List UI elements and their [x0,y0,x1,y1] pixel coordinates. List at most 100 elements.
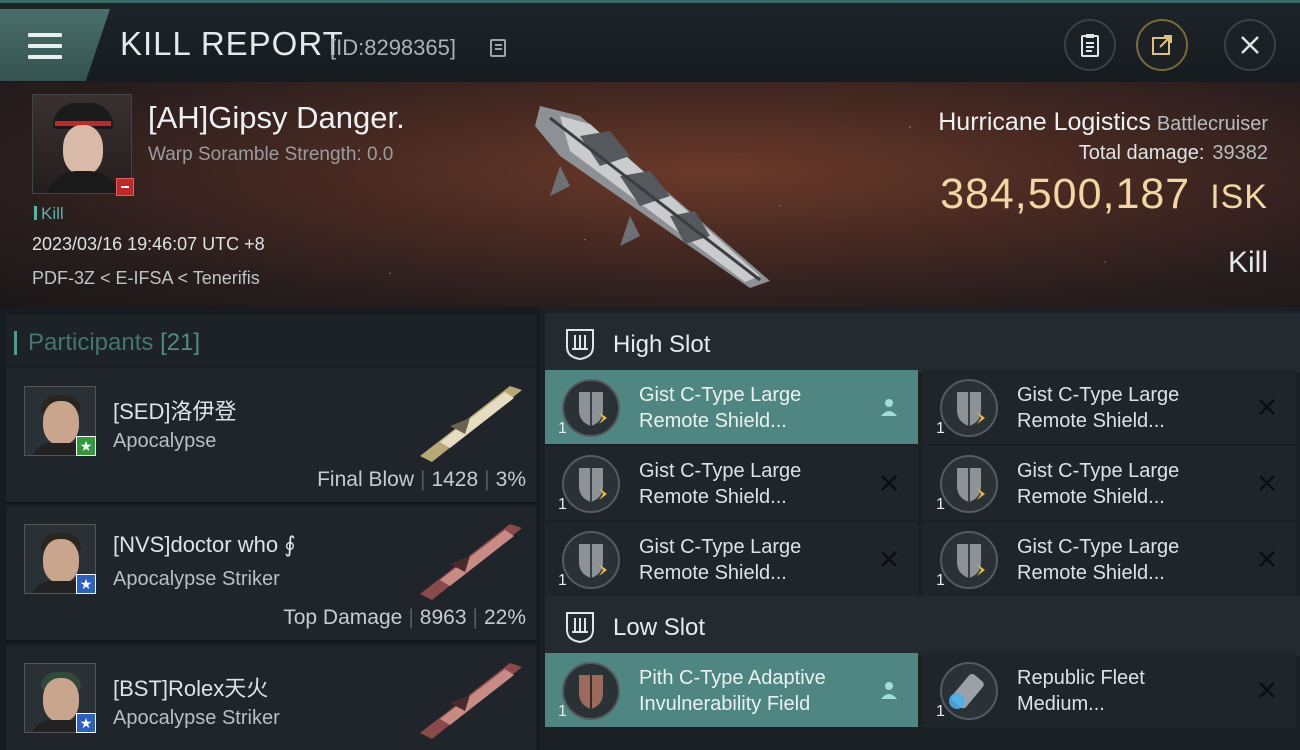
participant-stats: Final Blow | 1428 | 3% [317,468,526,491]
module-name: Gist C-Type Large Remote Shield... [1017,384,1180,432]
participant-row[interactable]: ★ [SED]洛伊登 Apocalypse Final Blow | 1428 | 3% [6,368,536,504]
kill-datetime: 2023/03/16 19:46:07 UTC +8 [32,234,265,254]
participant-stats: Top Damage | 8963 | 22% [283,606,526,629]
participant-name: [NVS]doctor who ∮ [113,532,296,557]
clipboard-icon [1081,34,1099,57]
header-bar: KILL REPORT [ID:8298365] [0,0,1300,82]
module-qty: 1 [558,420,567,437]
x-icon [1259,399,1275,415]
isk-value: 384,500,187 ISK [940,170,1268,219]
star-badge-icon: ★ [76,436,96,456]
ship-name-text: Hurricane Logistics [938,108,1151,136]
module-name: Gist C-Type Large Remote Shield... [1017,460,1180,508]
close-icon [1241,36,1259,54]
high-slot-header: High Slot [545,313,1300,373]
menu-button[interactable] [0,9,110,81]
participant-name: [SED]洛伊登 [113,399,237,424]
victim-name[interactable]: [AH]Gipsy Danger. [148,100,405,136]
low-slot-header: Low Slot [545,596,1300,656]
participant-role: Final Blow [317,468,414,491]
module-qty: 1 [558,496,567,513]
invulnerability-module-icon [562,662,620,720]
participant-percent: 3% [495,468,526,491]
x-icon [1259,551,1275,567]
module-qty: 1 [558,572,567,589]
copy-icon[interactable] [490,39,506,57]
high-slot-icon [566,329,594,361]
shield-module-icon [562,379,620,437]
close-button[interactable] [1224,19,1276,71]
module-item[interactable]: 1 Gist C-Type Large Remote Shield... [545,522,918,596]
victim-ship-image [535,106,770,288]
module-item[interactable]: 1 Gist C-Type Large Remote Shield... [545,446,918,520]
x-icon [1259,682,1275,698]
participant-ship: Apocalypse [113,430,217,452]
shield-module-icon [940,531,998,589]
person-icon [881,682,897,699]
module-qty: 1 [936,572,945,589]
participant-damage: 1428 [431,468,479,491]
person-icon [881,399,897,416]
module-item[interactable]: 1 Gist C-Type Large Remote Shield... [923,522,1296,596]
participant-percent: 22% [483,606,526,629]
victim-banner: [AH]Gipsy Danger. Warp Soramble Strength… [0,82,1300,307]
star-badge-icon: ★ [76,713,96,733]
hamburger-icon [28,33,62,66]
low-slot-label: Low Slot [613,614,706,641]
participant-row[interactable]: ★ [BST]Rolex天火 Apocalypse Striker [6,645,536,750]
fitting-panel: High Slot 1 Gist C-Type Large Remote Shie… [540,307,1300,750]
high-slot-label: High Slot [613,331,711,358]
participant-ship: Apocalypse Striker [113,568,280,590]
participant-name: [BST]Rolex天火 [113,676,269,701]
total-damage-value: 39382 [1212,142,1268,164]
module-qty: 1 [936,703,945,720]
x-icon [881,475,897,491]
participant-ship-image [420,524,522,600]
shield-module-icon [562,531,620,589]
shield-module-icon [940,379,998,437]
module-name: Gist C-Type Large Remote Shield... [1017,536,1180,584]
participants-count: [21] [160,329,201,356]
module-item[interactable]: 1 Gist C-Type Large Remote Shield... [545,370,918,444]
star-badge-icon: ★ [76,574,96,594]
clipboard-button[interactable] [1064,19,1116,71]
victim-ship[interactable]: Hurricane Logistics Battlecruiser [938,108,1268,137]
module-qty: 1 [936,496,945,513]
module-item[interactable]: 1 Gist C-Type Large Remote Shield... [923,370,1296,444]
participant-ship-image [420,663,522,739]
module-qty: 1 [558,703,567,720]
shield-module-icon [940,455,998,513]
module-name: Pith C-Type Adaptive Invulnerability Fiel… [639,667,826,715]
shield-module-icon [562,455,620,513]
participant-row[interactable]: ★ [NVS]doctor who ∮ Apocalypse Striker T… [6,506,536,642]
participants-panel: Participants [21] ★ [SED]洛伊登 Apocalypse … [0,307,540,750]
participant-role: Top Damage [283,606,403,629]
kill-tag: Kill [34,204,64,224]
participant-ship-image [420,386,522,462]
isk-amount: 384,500,187 [940,170,1191,218]
low-slot-icon [566,612,594,644]
module-name: Gist C-Type Large Remote Shield... [639,536,802,584]
share-icon [1152,35,1172,55]
participant-ship: Apocalypse Striker [113,707,280,729]
kill-location[interactable]: PDF-3Z < E-IFSA < Tenerifis [32,268,260,289]
total-damage: Total damage: 39382 [1079,142,1268,165]
page-title: KILL REPORT [120,25,344,62]
x-icon [1259,475,1275,491]
participants-label: Participants [28,329,154,356]
report-id: [ID:8298365] [330,35,456,60]
ship-class: Battlecruiser [1156,113,1268,135]
fleet-module-icon [940,662,998,720]
scramble-strength: Warp Soramble Strength: 0.0 [148,144,394,165]
participants-header: Participants [21] [6,315,536,367]
module-name: Republic Fleet Medium... [1017,667,1145,715]
x-icon [881,551,897,567]
module-item[interactable]: 1 Republic Fleet Medium... [923,653,1296,727]
module-item[interactable]: 1 Gist C-Type Large Remote Shield... [923,446,1296,520]
isk-unit: ISK [1210,178,1268,216]
result-label: Kill [1227,246,1268,279]
module-item[interactable]: 1 Pith C-Type Adaptive Invulnerability Fi… [545,653,918,727]
share-button[interactable] [1136,19,1188,71]
participant-damage: 8963 [419,606,467,629]
module-qty: 1 [936,420,945,437]
